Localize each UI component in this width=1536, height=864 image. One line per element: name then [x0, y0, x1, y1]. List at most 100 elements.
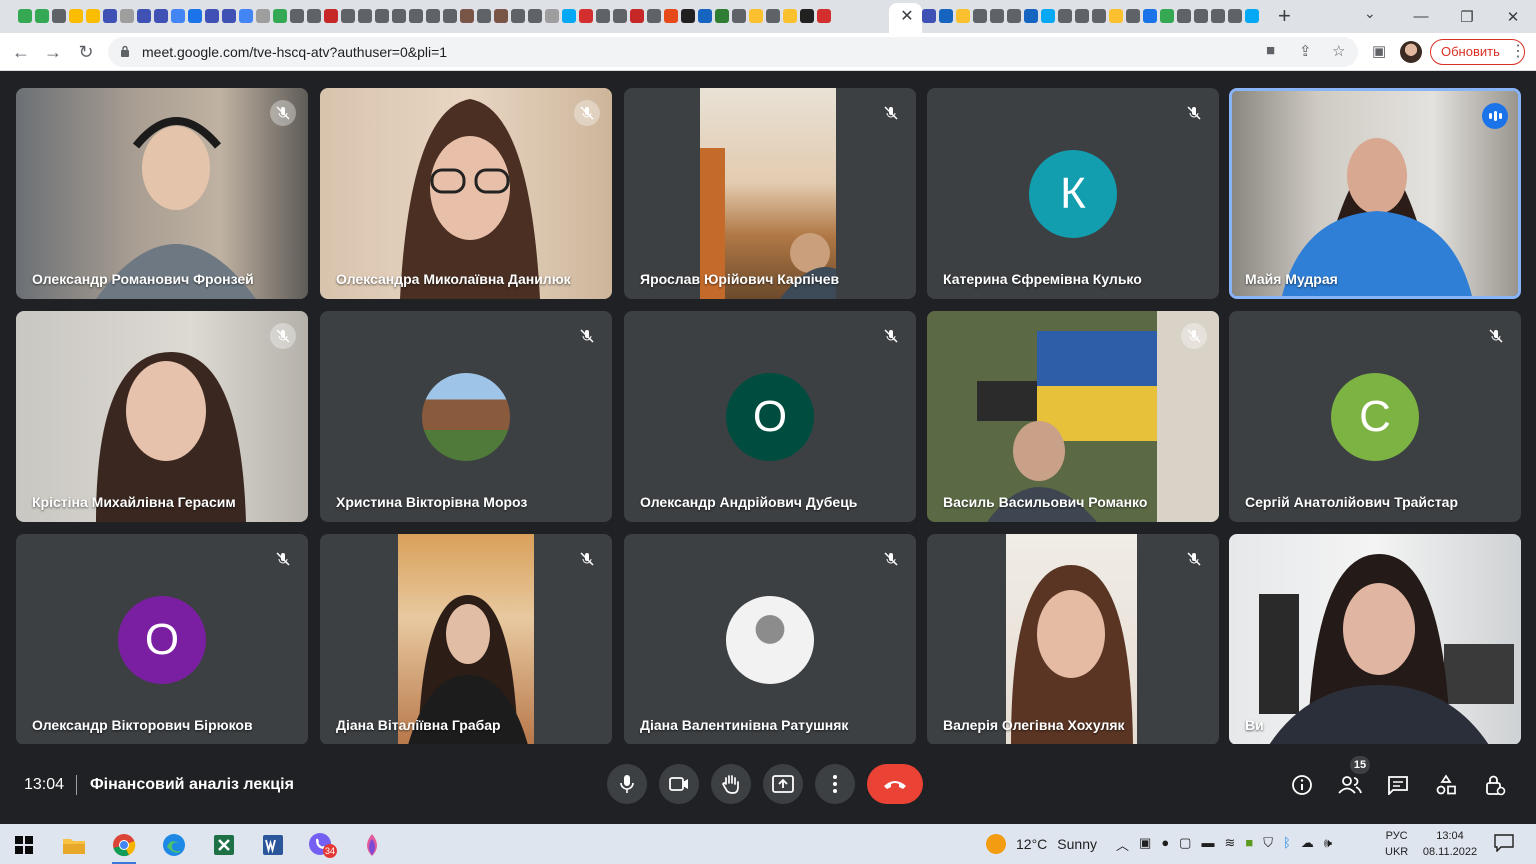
tab-close-icon[interactable]: ✕: [897, 6, 917, 26]
people-button[interactable]: [1337, 772, 1363, 798]
close-window-icon[interactable]: ✕: [1490, 0, 1536, 33]
tab-favicon[interactable]: [664, 9, 678, 23]
tab-favicon[interactable]: [460, 9, 474, 23]
tab-favicon[interactable]: [956, 9, 970, 23]
taskbar-clock[interactable]: 13:04 08.11.2022: [1420, 828, 1480, 860]
tab-favicon[interactable]: [1245, 9, 1259, 23]
tab-favicon[interactable]: [137, 9, 151, 23]
wifi-icon[interactable]: ≋: [1224, 835, 1235, 854]
tab-favicon[interactable]: [939, 9, 953, 23]
reload-icon[interactable]: ↻: [73, 39, 99, 65]
back-icon[interactable]: ←: [8, 39, 34, 65]
tab-favicon[interactable]: [562, 9, 576, 23]
participant-tile[interactable]: О Олександр Андрійович Дубець: [624, 311, 916, 522]
tab-favicon[interactable]: [681, 9, 695, 23]
volume-icon[interactable]: 🕪: [1324, 835, 1332, 854]
tab-favicon[interactable]: [630, 9, 644, 23]
tab-favicon[interactable]: [1058, 9, 1072, 23]
tab-favicon[interactable]: [154, 9, 168, 23]
tray-app-icon[interactable]: ▣: [1139, 835, 1151, 854]
end-call-button[interactable]: [867, 764, 923, 804]
self-view-tile[interactable]: Ви: [1229, 534, 1521, 745]
tab-favicon[interactable]: [990, 9, 1004, 23]
chat-button[interactable]: [1385, 772, 1411, 798]
camera-button[interactable]: [659, 764, 699, 804]
tab-favicon[interactable]: [1194, 9, 1208, 23]
share-icon[interactable]: ⇪: [1299, 42, 1312, 60]
tab-favicon[interactable]: [35, 9, 49, 23]
chrome-icon[interactable]: [104, 830, 144, 864]
raise-hand-button[interactable]: [711, 764, 751, 804]
mic-button[interactable]: [607, 764, 647, 804]
tab-favicon[interactable]: [256, 9, 270, 23]
excel-icon[interactable]: [204, 830, 244, 860]
tab-favicon[interactable]: [715, 9, 729, 23]
meeting-info-button[interactable]: [1289, 772, 1315, 798]
bluetooth-icon[interactable]: ᛒ: [1283, 835, 1291, 854]
tab-favicon[interactable]: [749, 9, 763, 23]
tab-favicon[interactable]: [171, 9, 185, 23]
camera-in-use-icon[interactable]: ■: [1266, 42, 1275, 59]
cloud-icon[interactable]: ☁: [1301, 835, 1314, 854]
file-explorer-icon[interactable]: [54, 830, 94, 860]
participant-tile[interactable]: Майя Мудрая: [1229, 88, 1521, 299]
tab-favicon[interactable]: [1228, 9, 1242, 23]
tab-favicon[interactable]: [86, 9, 100, 23]
participant-tile[interactable]: Василь Васильович Романко: [927, 311, 1219, 522]
present-button[interactable]: [763, 764, 803, 804]
participant-tile[interactable]: Христина Вікторівна Мороз: [320, 311, 612, 522]
omnibox[interactable]: meet.google.com/tve-hscq-atv?authuser=0&…: [108, 37, 1358, 67]
microphone-tray-icon[interactable]: ●: [1161, 835, 1169, 854]
tab-favicon[interactable]: [358, 9, 372, 23]
tab-favicon[interactable]: [545, 9, 559, 23]
tab-favicon[interactable]: [1024, 9, 1038, 23]
participant-tile[interactable]: Олександра Миколаївна Данилюк: [320, 88, 612, 299]
tab-favicon[interactable]: [817, 9, 831, 23]
tab-favicon[interactable]: [800, 9, 814, 23]
notifications-icon[interactable]: [1494, 834, 1514, 852]
windows-start-icon[interactable]: [4, 830, 44, 860]
tab-favicon[interactable]: [1126, 9, 1140, 23]
tab-favicon[interactable]: [443, 9, 457, 23]
tab-favicon[interactable]: [477, 9, 491, 23]
tab-favicon[interactable]: [1177, 9, 1191, 23]
tab-favicon[interactable]: [409, 9, 423, 23]
new-tab-icon[interactable]: +: [1278, 3, 1291, 29]
lock-icon[interactable]: [120, 45, 130, 57]
tab-favicon[interactable]: [1092, 9, 1106, 23]
tab-favicon[interactable]: [69, 9, 83, 23]
weather-widget[interactable]: 12°C Sunny: [986, 834, 1097, 854]
tab-favicon[interactable]: [596, 9, 610, 23]
tab-favicon[interactable]: [579, 9, 593, 23]
tab-favicon[interactable]: [392, 9, 406, 23]
browser-menu-icon[interactable]: ⋮: [1510, 41, 1526, 61]
tab-favicon[interactable]: [1143, 9, 1157, 23]
tab-favicon[interactable]: [698, 9, 712, 23]
tab-favicon[interactable]: [1075, 9, 1089, 23]
shield-icon[interactable]: ⛉: [1263, 835, 1273, 854]
tab-favicon[interactable]: [766, 9, 780, 23]
participant-tile[interactable]: Діана Валентинівна Ратушняк: [624, 534, 916, 745]
tab-favicon[interactable]: [324, 9, 338, 23]
tab-favicon[interactable]: [1211, 9, 1225, 23]
tab-favicon[interactable]: [1160, 9, 1174, 23]
participant-tile[interactable]: О Олександр Вікторович Бірюков: [16, 534, 308, 745]
participant-tile[interactable]: Олександр Романович Фронзей: [16, 88, 308, 299]
tab-favicon[interactable]: [188, 9, 202, 23]
tab-favicon[interactable]: [647, 9, 661, 23]
tab-favicon[interactable]: [273, 9, 287, 23]
bookmark-star-icon[interactable]: ☆: [1332, 42, 1345, 60]
edge-icon[interactable]: [154, 830, 194, 860]
tab-favicon[interactable]: [205, 9, 219, 23]
tab-favicon[interactable]: [426, 9, 440, 23]
tab-favicon[interactable]: [1041, 9, 1055, 23]
side-panel-icon[interactable]: ▣: [1372, 42, 1386, 60]
tab-favicon[interactable]: [18, 9, 32, 23]
activities-button[interactable]: [1433, 772, 1459, 798]
restore-icon[interactable]: ❐: [1444, 0, 1490, 33]
participant-tile[interactable]: С Сергій Анатолійович Трайстар: [1229, 311, 1521, 522]
participant-tile[interactable]: К Катерина Єфремівна Кулько: [927, 88, 1219, 299]
tab-favicon[interactable]: [375, 9, 389, 23]
tab-favicon[interactable]: [528, 9, 542, 23]
battery-icon[interactable]: ▬: [1201, 835, 1214, 854]
